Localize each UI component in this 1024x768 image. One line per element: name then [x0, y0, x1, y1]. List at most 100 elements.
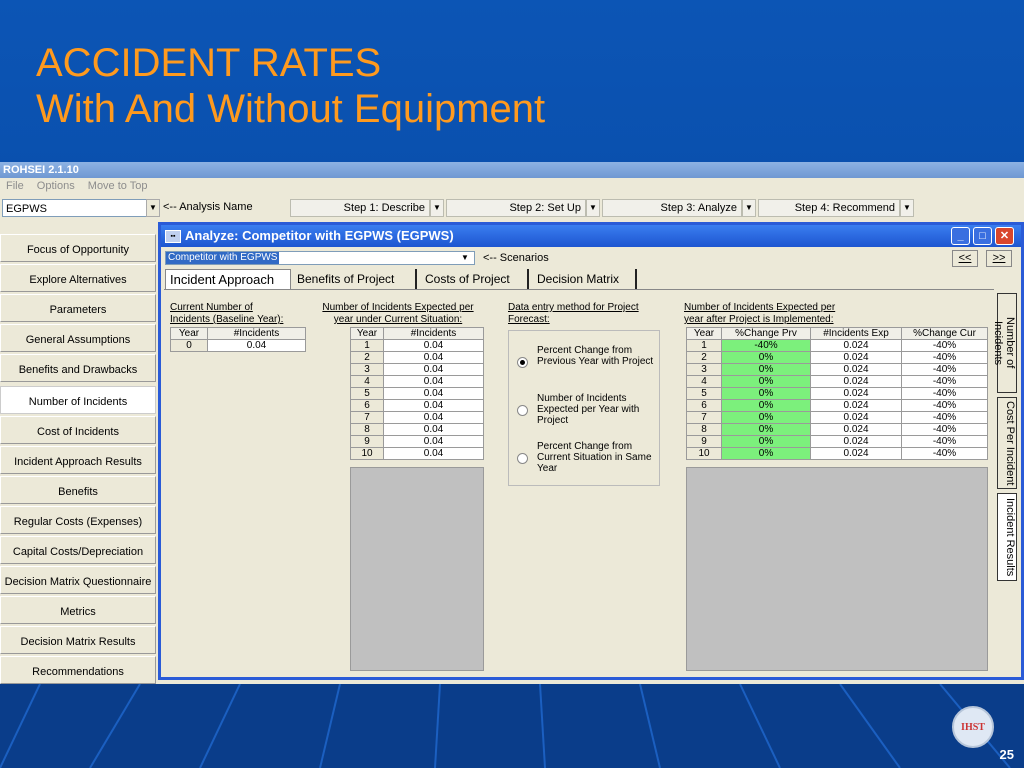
- method-radio-group: Percent Change from Previous Year with P…: [508, 330, 660, 486]
- vtab-cost-per-incident[interactable]: Cost Per Incident: [997, 397, 1017, 489]
- year-cell[interactable]: 5: [350, 387, 384, 400]
- year-cell[interactable]: 4: [350, 375, 384, 388]
- scenario-select[interactable]: Competitor with EGPWS: [165, 251, 475, 265]
- incidents-cell[interactable]: 0.04: [383, 447, 484, 460]
- menu-options[interactable]: Options: [37, 180, 75, 192]
- scenario-select-value: Competitor with EGPWS: [166, 252, 280, 264]
- sidebar-item-explore-alternatives[interactable]: Explore Alternatives: [0, 264, 156, 292]
- change-prev-cell[interactable]: 0%: [721, 411, 811, 424]
- year-cell[interactable]: 2: [686, 351, 722, 364]
- incidents-cell[interactable]: 0.04: [383, 423, 484, 436]
- sidebar-item-metrics[interactable]: Metrics: [0, 596, 156, 624]
- sidebar-item-cost-of-incidents[interactable]: Cost of Incidents: [0, 416, 156, 444]
- table-row: 8 0.04: [350, 423, 484, 436]
- year-cell[interactable]: 1: [686, 339, 722, 352]
- vtab-number-of-incidents[interactable]: Number of Incidents: [992, 293, 1017, 393]
- close-icon[interactable]: ✕: [995, 227, 1014, 245]
- change-prev-cell[interactable]: -40%: [721, 339, 811, 352]
- analysis-name-select[interactable]: EGPWS: [2, 199, 148, 217]
- sidebar-item-incident-approach-results[interactable]: Incident Approach Results: [0, 446, 156, 474]
- year-cell[interactable]: 6: [686, 399, 722, 412]
- year-cell[interactable]: 8: [686, 423, 722, 436]
- year-cell[interactable]: 8: [350, 423, 384, 436]
- year-cell[interactable]: 9: [350, 435, 384, 448]
- change-prev-cell[interactable]: 0%: [721, 363, 811, 376]
- year-cell[interactable]: 3: [350, 363, 384, 376]
- sidebar-item-number-of-incidents[interactable]: Number of Incidents: [0, 386, 156, 414]
- method-label-line2: Forecast:: [508, 314, 550, 325]
- incidents-exp-cell: 0.024: [810, 435, 902, 448]
- sidebar-item-focus-of-opportunity[interactable]: Focus of Opportunity: [0, 234, 156, 262]
- tab-decision-matrix[interactable]: Decision Matrix: [533, 269, 637, 289]
- incidents-cell[interactable]: 0.04: [383, 387, 484, 400]
- change-prev-cell[interactable]: 0%: [721, 423, 811, 436]
- tab-incident-approach[interactable]: Incident Approach: [165, 269, 291, 289]
- table-row: 9 0% 0.024 -40%: [686, 435, 988, 448]
- year-cell[interactable]: 10: [350, 447, 384, 460]
- chevron-down-icon[interactable]: ▼: [457, 252, 473, 264]
- previous-button[interactable]: <<: [952, 250, 978, 267]
- sidebar-item-parameters[interactable]: Parameters: [0, 294, 156, 322]
- tab-costs-of-project[interactable]: Costs of Project: [421, 269, 529, 289]
- change-cur-cell: -40%: [901, 423, 988, 436]
- incidents-cell[interactable]: 0.04: [383, 411, 484, 424]
- year-cell[interactable]: 0: [170, 339, 208, 352]
- incidents-cell[interactable]: 0.04: [207, 339, 306, 352]
- year-cell[interactable]: 7: [350, 411, 384, 424]
- incidents-cell[interactable]: 0.04: [383, 363, 484, 376]
- menu-file[interactable]: File: [6, 180, 24, 192]
- sidebar-item-general-assumptions[interactable]: General Assumptions: [0, 324, 156, 352]
- year-cell[interactable]: 7: [686, 411, 722, 424]
- incidents-cell[interactable]: 0.04: [383, 435, 484, 448]
- incidents-cell[interactable]: 0.04: [383, 375, 484, 388]
- chevron-down-icon[interactable]: ▼: [586, 199, 600, 217]
- minimize-icon[interactable]: _: [951, 227, 970, 245]
- change-prev-cell[interactable]: 0%: [721, 399, 811, 412]
- year-cell[interactable]: 10: [686, 447, 722, 460]
- sidebar-item-benefits-and-drawbacks[interactable]: Benefits and Drawbacks: [0, 354, 156, 382]
- chevron-down-icon[interactable]: ▼: [742, 199, 756, 217]
- change-prev-cell[interactable]: 0%: [721, 387, 811, 400]
- change-cur-cell: -40%: [901, 435, 988, 448]
- table-row: 10 0.04: [350, 447, 484, 460]
- step-3-analyze[interactable]: Step 3: Analyze: [602, 199, 742, 217]
- change-prev-cell[interactable]: 0%: [721, 435, 811, 448]
- sidebar-item-capital-costs[interactable]: Capital Costs/Depreciation: [0, 536, 156, 564]
- change-cur-cell: -40%: [901, 447, 988, 460]
- chevron-down-icon[interactable]: ▼: [430, 199, 444, 217]
- current-label: Number of Incidents Expected per year un…: [308, 302, 488, 326]
- step-4-recommend[interactable]: Step 4: Recommend: [758, 199, 900, 217]
- sidebar-item-decision-matrix-questionnaire[interactable]: Decision Matrix Questionnaire: [0, 566, 156, 594]
- radio-button[interactable]: [517, 453, 528, 464]
- project-table-empty-area: [686, 467, 988, 671]
- year-cell[interactable]: 1: [350, 339, 384, 352]
- year-cell[interactable]: 3: [686, 363, 722, 376]
- sidebar-item-decision-matrix-results[interactable]: Decision Matrix Results: [0, 626, 156, 654]
- change-prev-cell[interactable]: 0%: [721, 447, 811, 460]
- year-cell[interactable]: 9: [686, 435, 722, 448]
- tab-benefits-of-project[interactable]: Benefits of Project: [293, 269, 417, 289]
- chevron-down-icon[interactable]: ▼: [146, 199, 160, 217]
- current-situation-table: Year #Incidents 1 0.04 2 0.04 3 0.04 4 0.04 …: [350, 327, 484, 460]
- incidents-cell[interactable]: 0.04: [383, 351, 484, 364]
- year-cell[interactable]: 2: [350, 351, 384, 364]
- year-cell[interactable]: 6: [350, 399, 384, 412]
- change-prev-cell[interactable]: 0%: [721, 375, 811, 388]
- radio-button[interactable]: [517, 405, 528, 416]
- next-button[interactable]: >>: [986, 250, 1012, 267]
- radio-button[interactable]: [517, 357, 528, 368]
- change-prev-cell[interactable]: 0%: [721, 351, 811, 364]
- year-cell[interactable]: 5: [686, 387, 722, 400]
- step-1-describe[interactable]: Step 1: Describe: [290, 199, 430, 217]
- step-2-setup[interactable]: Step 2: Set Up: [446, 199, 586, 217]
- incidents-cell[interactable]: 0.04: [383, 399, 484, 412]
- vtab-incident-results[interactable]: Incident Results: [997, 493, 1017, 581]
- maximize-icon[interactable]: □: [973, 227, 992, 245]
- sidebar-item-regular-costs[interactable]: Regular Costs (Expenses): [0, 506, 156, 534]
- year-cell[interactable]: 4: [686, 375, 722, 388]
- incidents-cell[interactable]: 0.04: [383, 339, 484, 352]
- chevron-down-icon[interactable]: ▼: [900, 199, 914, 217]
- menu-move-to-top[interactable]: Move to Top: [88, 180, 148, 192]
- sidebar-item-benefits[interactable]: Benefits: [0, 476, 156, 504]
- sidebar-item-recommendations[interactable]: Recommendations: [0, 656, 156, 684]
